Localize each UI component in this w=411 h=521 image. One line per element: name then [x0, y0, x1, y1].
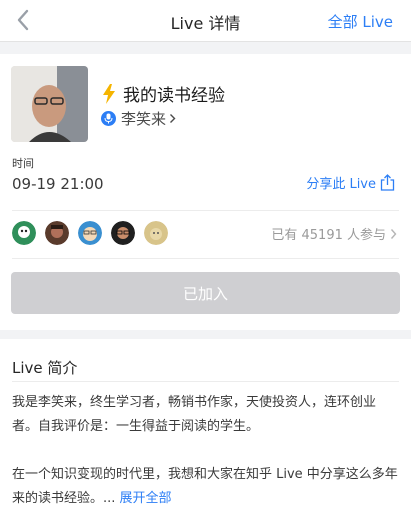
intro-paragraph: 在一个知识变现的时代里，我想和大家在知乎 Live 中分享这么多年来的读书经验。… — [12, 463, 399, 511]
divider — [12, 210, 399, 211]
live-cover-image — [11, 66, 88, 142]
expand-all-link[interactable]: 展开全部 — [120, 491, 172, 506]
speaker-link[interactable]: 李笑来 — [101, 108, 176, 129]
avatar[interactable] — [144, 221, 168, 245]
joined-button[interactable]: 已加入 — [11, 272, 400, 314]
participants-link[interactable]: 已有 45191 人参与 — [271, 224, 397, 243]
nav-bar: Live 详情 全部 Live — [0, 0, 411, 42]
avatar[interactable] — [12, 221, 36, 245]
chevron-right-icon — [390, 228, 397, 239]
share-label: 分享此 Live — [306, 177, 376, 192]
avatar[interactable] — [111, 221, 135, 245]
divider — [12, 381, 399, 382]
live-info-card: 我的读书经验 李笑来 时间 09-19 21:00 分享此 Live 已有 45… — [0, 54, 411, 330]
intro-title: Live 简介 — [12, 359, 78, 377]
live-title: 我的读书经验 — [123, 86, 225, 106]
share-live-button[interactable]: 分享此 Live — [306, 173, 395, 192]
intro-text: 我是李笑来，终生学习者，畅销书作家，天使投资人，连环创业者。自我评价是：一生得益… — [12, 391, 399, 511]
time-value: 09-19 21:00 — [12, 175, 104, 193]
avatar[interactable] — [78, 221, 102, 245]
participant-avatars — [12, 221, 177, 245]
all-live-link[interactable]: 全部 Live — [328, 11, 393, 32]
divider — [12, 258, 399, 259]
intro-paragraph-text: 在一个知识变现的时代里，我想和大家在知乎 Live 中分享这么多年来的读书经验。… — [12, 467, 398, 506]
live-title-row: 我的读书经验 — [101, 81, 225, 106]
speaker-name: 李笑来 — [121, 110, 167, 128]
lightning-icon — [103, 83, 115, 104]
avatar[interactable] — [45, 221, 69, 245]
participants-count: 已有 45191 人参与 — [271, 228, 386, 243]
intro-paragraph: 我是李笑来，终生学习者，畅销书作家，天使投资人，连环创业者。自我评价是：一生得益… — [12, 395, 377, 434]
chevron-right-icon — [170, 114, 176, 123]
time-label: 时间 — [12, 157, 34, 170]
microphone-icon — [101, 111, 116, 126]
intro-section: Live 简介 我是李笑来，终生学习者，畅销书作家，天使投资人，连环创业者。自我… — [0, 339, 411, 521]
share-icon — [380, 174, 395, 191]
